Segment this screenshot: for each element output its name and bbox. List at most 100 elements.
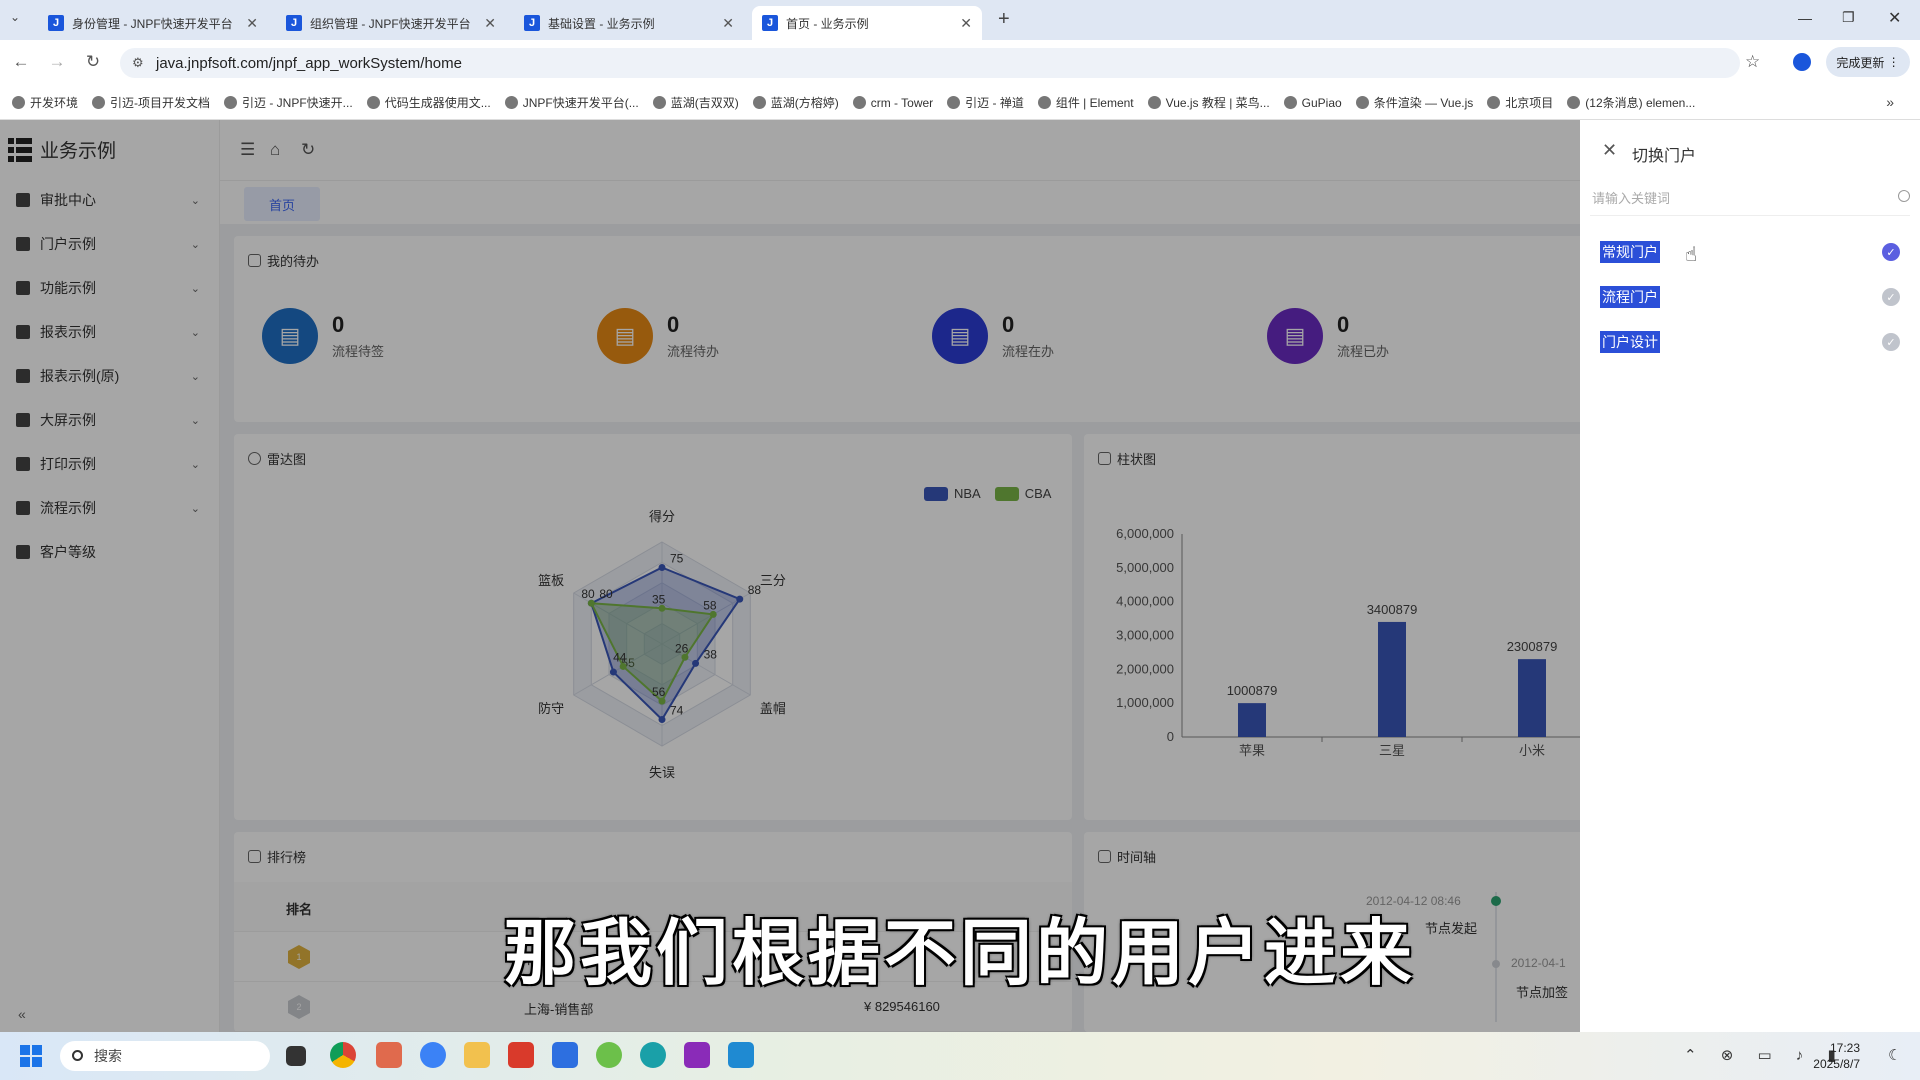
bookmark-star-icon[interactable]: ☆ xyxy=(1745,52,1760,72)
bookmark-icon xyxy=(1147,96,1161,109)
tab-title: 身份管理 - JNPF快速开发平台 xyxy=(72,16,233,31)
bookmark-item[interactable]: (12条消息) elemen... xyxy=(1567,94,1695,111)
close-icon[interactable]: ✕ xyxy=(246,15,258,32)
profile-avatar-icon[interactable] xyxy=(1793,53,1811,71)
bookmark-item[interactable]: 蓝湖(方榕婷) xyxy=(752,94,839,111)
bookmark-label: 组件 | Element xyxy=(1055,96,1134,110)
task-view-icon[interactable] xyxy=(286,1046,306,1066)
portal-item[interactable]: 流程门户 ✓ xyxy=(1600,283,1900,311)
bookmark-label: Vue.js 教程 | 菜鸟... xyxy=(1165,96,1270,110)
jnpf-favicon-icon: J xyxy=(286,15,302,31)
close-icon[interactable]: ✕ xyxy=(1602,140,1617,161)
bookmark-icon xyxy=(504,96,518,109)
file-explorer-icon[interactable] xyxy=(464,1042,490,1068)
minimize-icon[interactable]: — xyxy=(1798,10,1812,26)
url-field[interactable]: ⚙ java.jnpfsoft.com/jnpf_app_workSystem/… xyxy=(120,48,1740,78)
video-subtitle: 那我们根据不同的用户进来 xyxy=(503,914,1416,994)
bookmark-icon xyxy=(652,96,666,109)
bookmark-label: 引迈 - 禅道 xyxy=(965,96,1024,110)
portal-search-input[interactable]: 请输入关键词 xyxy=(1590,180,1910,216)
reload-icon[interactable]: ↻ xyxy=(76,52,110,72)
bookmark-item[interactable]: GuPiao xyxy=(1283,96,1342,110)
jnpf-favicon-icon: J xyxy=(48,15,64,31)
bookmark-item[interactable]: Vue.js 教程 | 菜鸟... xyxy=(1147,94,1270,111)
window-close-icon[interactable]: ✕ xyxy=(1888,8,1901,28)
check-circle-icon: ✓ xyxy=(1882,243,1900,261)
portal-item[interactable]: 门户设计 ✓ xyxy=(1600,328,1900,356)
bookmark-item[interactable]: 开发环境 xyxy=(12,94,78,111)
app-icon[interactable] xyxy=(552,1042,578,1068)
bookmark-icon xyxy=(92,96,106,109)
browser-tab-4[interactable]: J 首页 - 业务示例 ✕ xyxy=(752,6,982,40)
taskbar-search-label: 搜索 xyxy=(94,1048,122,1064)
browser-tab-2[interactable]: J 组织管理 - JNPF快速开发平台 ✕ xyxy=(276,6,506,40)
edge-icon[interactable] xyxy=(640,1042,666,1068)
url-text: java.jnpfsoft.com/jnpf_app_workSystem/ho… xyxy=(156,54,462,72)
bookmark-icon xyxy=(852,96,866,109)
tab-title: 组织管理 - JNPF快速开发平台 xyxy=(310,16,471,31)
taskbar-search[interactable]: 搜索 xyxy=(60,1041,270,1071)
bookmark-label: JNPF快速开发平台(... xyxy=(522,96,639,110)
update-button[interactable]: 完成更新 ⋮ xyxy=(1826,47,1910,77)
bookmark-label: 北京项目 xyxy=(1505,96,1554,110)
bookmark-icon xyxy=(1567,96,1581,109)
browser-tab-3[interactable]: J 基础设置 - 业务示例 ✕ xyxy=(514,6,744,40)
jnpf-favicon-icon: J xyxy=(762,15,778,31)
os-taskbar: 搜索 ⌃ ⊗ ▭ ♪ ▮ 17:23 2025/8/7 ☾ xyxy=(0,1032,1920,1080)
bookmark-item[interactable]: 条件渲染 — Vue.js xyxy=(1355,94,1474,111)
chrome-icon[interactable] xyxy=(330,1042,356,1068)
bookmark-item[interactable]: 代码生成器使用文... xyxy=(366,94,491,111)
app-icon[interactable] xyxy=(596,1042,622,1068)
jnpf-favicon-icon: J xyxy=(524,15,540,31)
tab-list-chevron-icon[interactable]: ⌄ xyxy=(10,10,20,24)
close-icon[interactable]: ✕ xyxy=(960,15,972,32)
bookmark-label: crm - Tower xyxy=(870,95,934,110)
close-icon[interactable]: ✕ xyxy=(484,15,496,32)
bookmark-item[interactable]: 引迈 - JNPF快速开... xyxy=(224,94,353,111)
site-info-icon[interactable]: ⚙ xyxy=(132,55,144,71)
bookmark-item[interactable]: crm - Tower xyxy=(852,95,934,110)
portal-item[interactable]: 常规门户 ✓ xyxy=(1600,238,1900,266)
bookmark-item[interactable]: JNPF快速开发平台(... xyxy=(504,94,639,111)
app-icon[interactable] xyxy=(376,1042,402,1068)
new-tab-icon[interactable]: + xyxy=(998,8,1010,31)
tab-title: 首页 - 业务示例 xyxy=(786,16,869,31)
forward-icon[interactable]: → xyxy=(40,52,74,72)
bookmark-label: (12条消息) elemen... xyxy=(1585,96,1696,110)
more-bookmarks-icon[interactable]: » xyxy=(1886,94,1894,110)
bookmark-icon xyxy=(947,96,961,109)
clock-date: 2025/8/7 xyxy=(1813,1057,1860,1071)
address-bar: ← → ↻ ⚙ java.jnpfsoft.com/jnpf_app_workS… xyxy=(0,40,1920,86)
bookmark-icon xyxy=(12,96,25,109)
browser-tab-1[interactable]: J 身份管理 - JNPF快速开发平台 ✕ xyxy=(38,6,268,40)
back-icon[interactable]: ← xyxy=(4,52,38,72)
bookmark-label: 引迈-项目开发文档 xyxy=(110,96,211,110)
vscode-icon[interactable] xyxy=(728,1042,754,1068)
bookmark-item[interactable]: 组件 | Element xyxy=(1037,94,1134,111)
search-icon[interactable] xyxy=(1898,190,1910,202)
search-icon xyxy=(72,1050,83,1061)
notification-icon[interactable]: ☾ xyxy=(1888,1046,1901,1064)
mouse-cursor-icon: ☝ xyxy=(1685,244,1698,266)
bookmark-item[interactable]: 引迈-项目开发文档 xyxy=(92,94,210,111)
bookmark-icon xyxy=(1037,96,1051,109)
wps-icon[interactable] xyxy=(508,1042,534,1068)
app-icon[interactable] xyxy=(420,1042,446,1068)
bookmark-item[interactable]: 蓝湖(吉双双) xyxy=(652,94,739,111)
bookmark-label: 条件渲染 — Vue.js xyxy=(1373,96,1474,110)
bookmark-icon xyxy=(1355,96,1369,109)
drawer-title: 切换门户 xyxy=(1632,148,1697,165)
system-clock[interactable]: 17:23 2025/8/7 xyxy=(1813,1040,1860,1072)
intellij-icon[interactable] xyxy=(684,1042,710,1068)
portal-label: 流程门户 xyxy=(1600,286,1660,308)
close-icon[interactable]: ✕ xyxy=(722,15,734,32)
bookmark-icon xyxy=(224,96,238,109)
check-circle-icon: ✓ xyxy=(1882,333,1900,351)
windows-start-icon[interactable] xyxy=(20,1045,42,1067)
bookmark-item[interactable]: 引迈 - 禅道 xyxy=(947,94,1024,111)
bookmark-item[interactable]: 北京项目 xyxy=(1487,94,1553,111)
bookmark-label: 引迈 - JNPF快速开... xyxy=(242,96,353,110)
portal-label: 门户设计 xyxy=(1600,331,1660,353)
restore-icon[interactable]: ❐ xyxy=(1842,9,1855,26)
bookmarks-bar: 开发环境 引迈-项目开发文档 引迈 - JNPF快速开... 代码生成器使用文... J… xyxy=(0,86,1920,120)
